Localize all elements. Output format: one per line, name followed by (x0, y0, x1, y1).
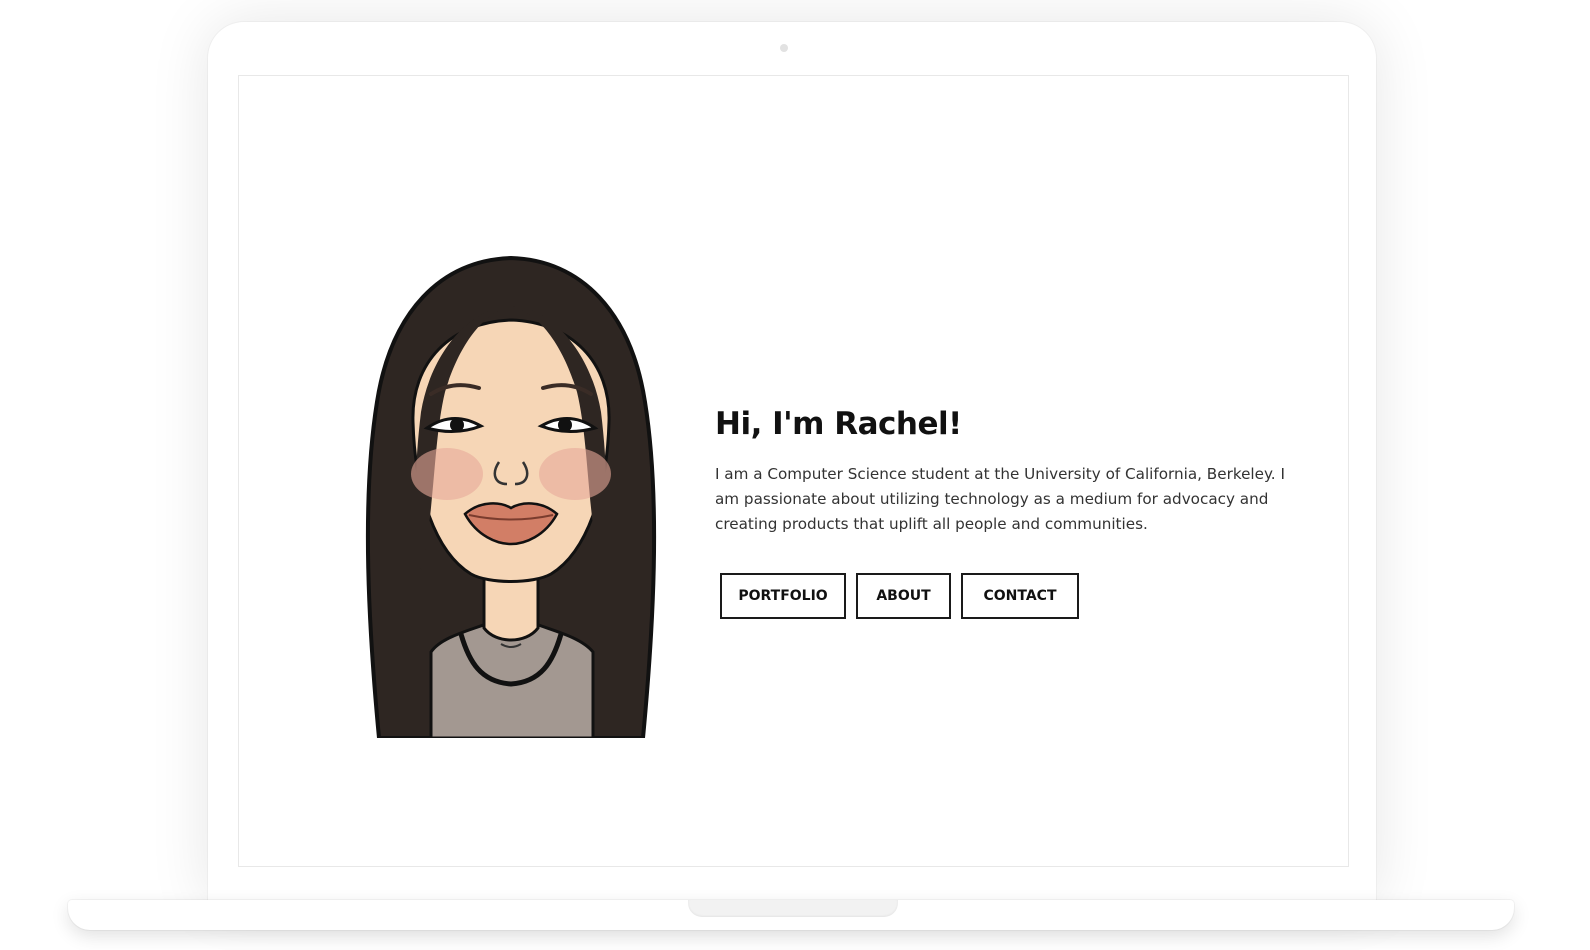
camera-icon (780, 44, 788, 52)
avatar (365, 255, 657, 738)
hero-section: Hi, I'm Rachel! I am a Computer Science … (715, 406, 1315, 619)
contact-button[interactable]: CONTACT (961, 573, 1079, 619)
laptop-base-notch (688, 900, 898, 917)
website-screen: Hi, I'm Rachel! I am a Computer Science … (238, 75, 1349, 867)
portfolio-button[interactable]: PORTFOLIO (720, 573, 846, 619)
device-mockup: Hi, I'm Rachel! I am a Computer Science … (0, 0, 1590, 950)
about-button[interactable]: ABOUT (856, 573, 951, 619)
intro-paragraph: I am a Computer Science student at the U… (715, 465, 1285, 533)
page-title: Hi, I'm Rachel! (715, 406, 962, 442)
nav-buttons: PORTFOLIO ABOUT CONTACT (720, 573, 1315, 619)
